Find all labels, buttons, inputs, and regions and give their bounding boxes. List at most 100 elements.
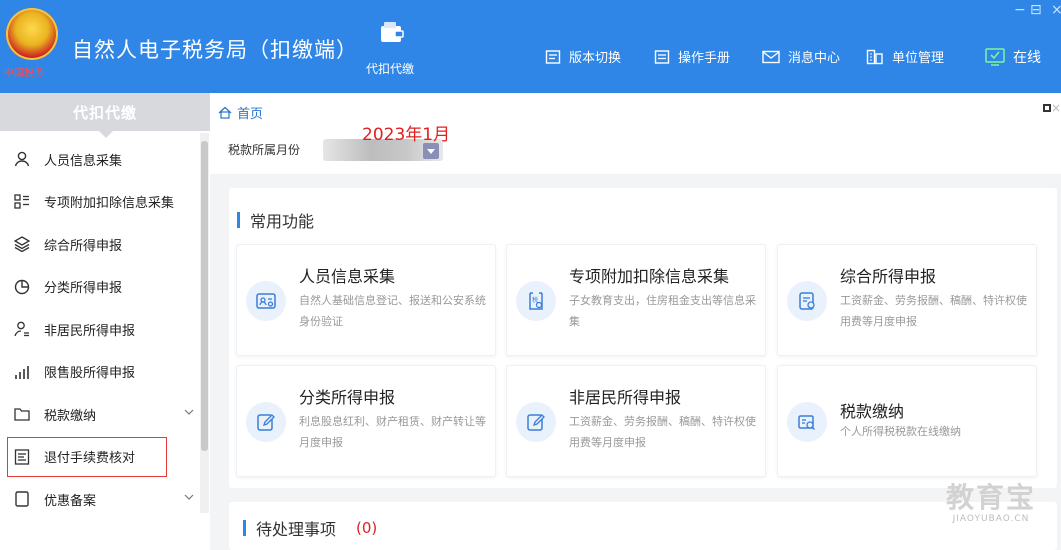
nav-message-center[interactable]: 消息中心 [762,47,840,66]
sidebar-item-label: 分类所得申报 [44,281,123,297]
func-desc: 工资薪金、劳务报酬、稿酬、特许权使用费等月度申报 [569,415,756,449]
sidebar-scroll-thumb[interactable] [201,141,208,451]
edit-icon [516,402,556,442]
sidebar-item-personnel-info[interactable]: 人员信息采集 [0,138,200,181]
func-desc: 工资薪金、劳务报酬、稿酬、特许权使用费等月度申报 [840,294,1027,328]
sidebar-title-text: 代扣代缴 [72,103,137,122]
wallet-icon [381,22,404,42]
pending-title-text: 待处理事项 [256,520,337,539]
document-icon [12,489,32,509]
sidebar-item-label: 综合所得申报 [44,238,123,254]
close-button[interactable]: × [1051,2,1061,18]
sidebar: 代扣代缴 人员信息采集 专项附加扣除信息采集 综合所得申报 分类所得申报 非居民… [0,93,210,550]
bar-chart-icon [12,362,32,382]
sidebar-item-comprehensive-income[interactable]: 综合所得申报 [0,223,200,266]
pending-count: (0) [356,519,378,537]
sidebar-item-label: 税款缴纳 [44,408,97,424]
minimize-button[interactable]: − [1014,2,1026,18]
sidebar-item-nonresident-income[interactable]: 非居民所得申报 [0,308,200,351]
person-outline-icon [12,319,32,339]
switch-icon [545,49,561,64]
tax-period-bar: 税款所属月份 2023年1月 [210,125,1061,174]
func-title: 专项附加扣除信息采集 [569,267,730,286]
nav-company-manage[interactable]: 单位管理 [866,47,944,66]
chevron-down-icon[interactable] [184,493,194,501]
func-classified-income[interactable]: 分类所得申报 利息股息红利、财产租赁、财产转让等月度申报 [236,365,496,477]
nav-manual[interactable]: 操作手册 [654,47,730,66]
nav-label: 单位管理 [892,51,945,66]
nav-label: 在线 [1013,50,1041,66]
func-title: 人员信息采集 [299,267,396,286]
app-header: 中国税务 自然人电子税务局（扣缴端） 代扣代缴 版本切换 操作手册 消息中心 单… [0,0,1061,93]
tab-home-label: 首页 [237,107,264,122]
nav-label: 操作手册 [678,51,731,66]
tab-bar: 首页 × [210,93,1061,130]
sidebar-title: 代扣代缴 [0,93,210,138]
sidebar-item-special-deduction[interactable]: 专项附加扣除信息采集 [0,181,200,224]
sidebar-item-label: 优惠备案 [44,493,97,509]
func-title: 非居民所得申报 [569,388,682,407]
sidebar-item-label: 退付手续费核对 [44,451,136,467]
nav-online-status[interactable]: 在线 [985,47,1041,67]
sidebar-item-label: 非居民所得申报 [44,323,136,339]
person-icon [12,149,32,169]
period-dropdown-button[interactable] [423,143,439,159]
pie-icon [12,277,32,297]
layers-icon [12,234,32,254]
tax-period-label: 税款所属月份 [228,143,301,157]
payment-icon [787,402,827,442]
emblem-caption: 中国税务 [4,68,44,79]
sidebar-scrollbar[interactable] [200,133,209,513]
manual-icon [654,49,670,64]
sidebar-item-tax-payment[interactable]: 税款缴纳 [0,393,200,436]
sidebar-item-restricted-shares[interactable]: 限售股所得申报 [0,351,200,394]
daikou-label: 代扣代缴 [366,62,415,76]
app-title: 自然人电子税务局（扣缴端） [72,38,358,62]
func-comprehensive-income[interactable]: 综合所得申报 工资薪金、劳务报酬、稿酬、特许权使用费等月度申报 [777,244,1037,356]
report-icon [787,281,827,321]
nav-label: 版本切换 [569,51,622,66]
receipt-icon [12,447,32,467]
sidebar-item-classified-income[interactable]: 分类所得申报 [0,266,200,309]
func-desc: 个人所得税税款在线缴纳 [840,425,961,438]
tax-emblem-icon [6,8,58,60]
sidebar-notch [98,130,114,138]
chevron-down-icon[interactable] [184,408,194,416]
common-functions-panel: 常用功能 人员信息采集 自然人基础信息登记、报送和公安系统身份验证 税 专项附加… [229,188,1057,488]
tab-close-icon[interactable]: × [1051,101,1061,115]
edit-icon [246,402,286,442]
func-title: 税款缴纳 [840,402,905,421]
person-card-icon [246,281,286,321]
daikou-tab[interactable]: 代扣代缴 [366,22,414,77]
tab-home[interactable]: 首页 [218,103,263,122]
func-desc: 利息股息红利、财产租赁、财产转让等月度申报 [299,415,486,449]
folder-icon [12,404,32,424]
sidebar-item-label: 专项附加扣除信息采集 [44,196,175,212]
restore-button[interactable]: ⊟ [1030,2,1042,18]
sidebar-menu: 人员信息采集 专项附加扣除信息采集 综合所得申报 分类所得申报 非居民所得申报 … [0,138,200,521]
message-icon [762,50,780,63]
func-nonresident-income[interactable]: 非居民所得申报 工资薪金、劳务报酬、稿酬、特许权使用费等月度申报 [506,365,766,477]
maximize-tab-icon[interactable] [1043,104,1051,112]
online-check-icon [985,48,1005,66]
tax-form-icon: 税 [516,281,556,321]
func-special-deduction[interactable]: 税 专项附加扣除信息采集 子女教育支出，住房租金支出等信息采集 [506,244,766,356]
title-accent-bar [237,212,240,228]
pending-title: 待处理事项 (0) [243,516,377,540]
title-accent-bar [243,520,246,536]
func-title: 分类所得申报 [299,388,396,407]
company-icon [866,49,883,64]
func-desc: 子女教育支出，住房租金支出等信息采集 [569,294,756,328]
list-icon [12,192,32,212]
sidebar-item-preferential-filing[interactable]: 优惠备案 [0,478,200,521]
nav-version-switch[interactable]: 版本切换 [545,47,621,66]
common-functions-title: 常用功能 [237,208,314,232]
section-title-text: 常用功能 [250,212,315,231]
pending-panel: 待处理事项 (0) [229,502,1057,550]
func-personnel-info[interactable]: 人员信息采集 自然人基础信息登记、报送和公安系统身份验证 [236,244,496,356]
home-icon [218,106,232,119]
func-tax-payment[interactable]: 税款缴纳 个人所得税税款在线缴纳 [777,365,1037,477]
sidebar-item-refund-fee-check[interactable]: 退付手续费核对 [6,436,168,479]
sidebar-item-label: 限售股所得申报 [44,366,136,382]
func-title: 综合所得申报 [840,267,937,286]
